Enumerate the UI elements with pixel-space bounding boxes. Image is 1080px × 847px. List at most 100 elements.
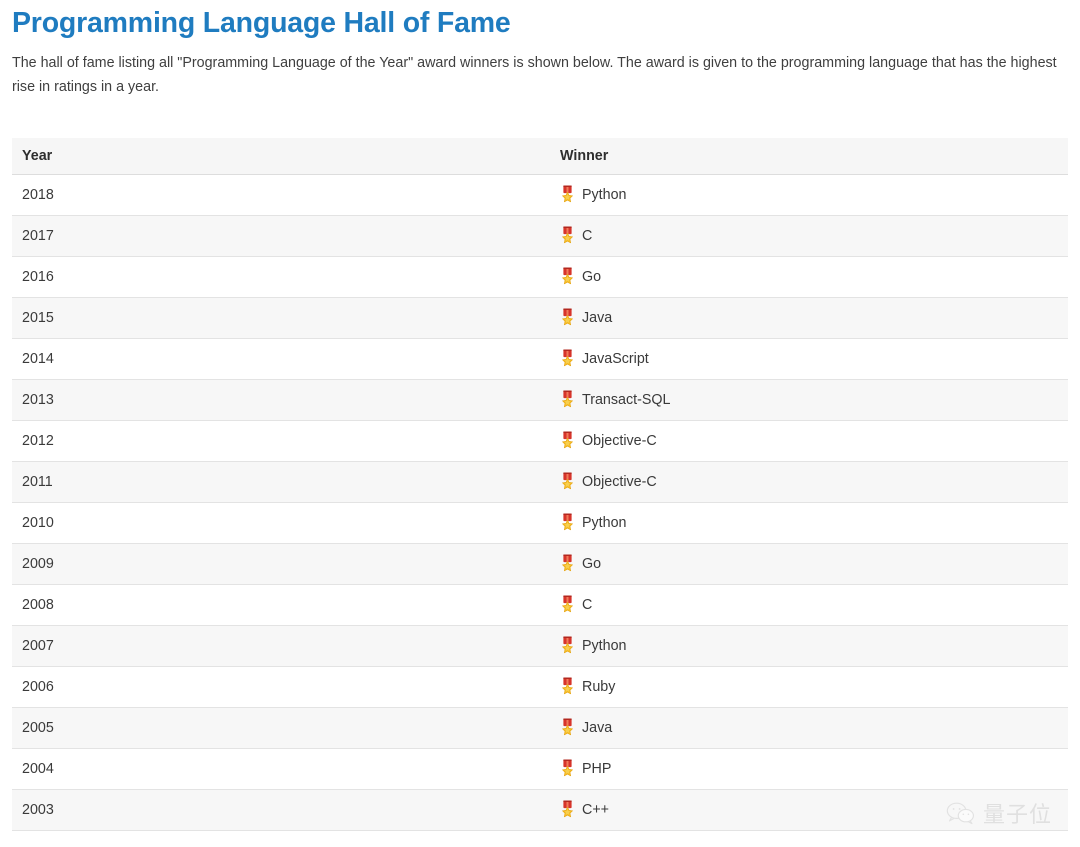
page-root: Programming Language Hall of Fame The ha… — [0, 0, 1080, 847]
medal-icon — [560, 390, 575, 409]
table-header-row: Year Winner — [12, 138, 1068, 175]
winner-cell: Objective-C — [560, 421, 1068, 461]
winner-name: Python — [582, 514, 627, 531]
winner-cell: PHP — [560, 749, 1068, 789]
winner-cell: Transact-SQL — [560, 380, 1068, 420]
cell-year: 2004 — [12, 748, 550, 790]
cell-winner: Go — [550, 543, 1068, 585]
winner-cell: Java — [560, 298, 1068, 338]
cell-winner: Java — [550, 707, 1068, 749]
winner-name: Java — [582, 309, 613, 326]
winner-name: Go — [582, 268, 602, 285]
cell-year: 2017 — [12, 215, 550, 257]
hall-of-fame-table: Year Winner 2018 Python 2017 C 2016 Go 2… — [12, 138, 1068, 831]
cell-year: 2007 — [12, 625, 550, 667]
medal-icon — [560, 185, 575, 204]
medal-icon — [560, 226, 575, 245]
winner-cell: Objective-C — [560, 462, 1068, 502]
winner-name: Java — [582, 719, 613, 736]
winner-name: Transact-SQL — [582, 391, 671, 408]
cell-year: 2008 — [12, 584, 550, 626]
cell-winner: Objective-C — [550, 420, 1068, 462]
cell-winner: Python — [550, 502, 1068, 544]
winner-name: Objective-C — [582, 473, 657, 490]
cell-winner: Transact-SQL — [550, 379, 1068, 421]
winner-cell: JavaScript — [560, 339, 1068, 379]
winner-name: C — [582, 596, 593, 613]
cell-winner: JavaScript — [550, 338, 1068, 380]
cell-year: 2003 — [12, 789, 550, 831]
medal-icon — [560, 677, 575, 696]
winner-cell: Python — [560, 626, 1068, 666]
table-body: 2018 Python 2017 C 2016 Go 2015 Java 201… — [12, 174, 1068, 831]
table-row[interactable]: 2012 Objective-C — [12, 420, 1068, 462]
table-row[interactable]: 2009 Go — [12, 543, 1068, 585]
cell-year: 2013 — [12, 379, 550, 421]
winner-cell: Go — [560, 544, 1068, 584]
cell-year: 2011 — [12, 461, 550, 503]
winner-cell: Java — [560, 708, 1068, 748]
winner-name: C — [582, 227, 593, 244]
medal-icon — [560, 595, 575, 614]
medal-icon — [560, 349, 575, 368]
table-row[interactable]: 2007 Python — [12, 625, 1068, 667]
winner-name: PHP — [582, 760, 612, 777]
table-row[interactable]: 2008 C — [12, 584, 1068, 626]
winner-name: C++ — [582, 801, 610, 818]
cell-year: 2014 — [12, 338, 550, 380]
cell-winner: Ruby — [550, 666, 1068, 708]
cell-winner: Objective-C — [550, 461, 1068, 503]
cell-year: 2015 — [12, 297, 550, 339]
winner-name: Ruby — [582, 678, 616, 695]
medal-icon — [560, 718, 575, 737]
cell-winner: Python — [550, 625, 1068, 667]
table-row[interactable]: 2005 Java — [12, 707, 1068, 749]
winner-cell: Ruby — [560, 667, 1068, 707]
table-row[interactable]: 2011 Objective-C — [12, 461, 1068, 503]
page-title: Programming Language Hall of Fame — [12, 7, 511, 39]
cell-winner: Python — [550, 174, 1068, 216]
cell-winner: Java — [550, 297, 1068, 339]
column-header-year[interactable]: Year — [12, 138, 550, 175]
medal-icon — [560, 308, 575, 327]
cell-winner: C — [550, 584, 1068, 626]
table-row[interactable]: 2003 C++ — [12, 789, 1068, 831]
winner-cell: Python — [560, 175, 1068, 215]
hall-of-fame-table-container: Year Winner 2018 Python 2017 C 2016 Go 2… — [12, 138, 1068, 831]
medal-icon — [560, 513, 575, 532]
winner-name: JavaScript — [582, 350, 649, 367]
winner-cell: Python — [560, 503, 1068, 543]
winner-name: Python — [582, 637, 627, 654]
cell-year: 2010 — [12, 502, 550, 544]
cell-year: 2012 — [12, 420, 550, 462]
cell-year: 2005 — [12, 707, 550, 749]
medal-icon — [560, 472, 575, 491]
winner-name: Go — [582, 555, 602, 572]
table-row[interactable]: 2016 Go — [12, 256, 1068, 298]
cell-winner: Go — [550, 256, 1068, 298]
table-row[interactable]: 2014 JavaScript — [12, 338, 1068, 380]
winner-name: Python — [582, 186, 627, 203]
cell-year: 2009 — [12, 543, 550, 585]
medal-icon — [560, 431, 575, 450]
table-header: Year Winner — [12, 138, 1068, 175]
winner-cell: C++ — [560, 790, 1068, 830]
winner-cell: Go — [560, 257, 1068, 297]
table-row[interactable]: 2018 Python — [12, 174, 1068, 216]
table-row[interactable]: 2017 C — [12, 215, 1068, 257]
cell-winner: C — [550, 215, 1068, 257]
table-row[interactable]: 2004 PHP — [12, 748, 1068, 790]
medal-icon — [560, 636, 575, 655]
cell-year: 2006 — [12, 666, 550, 708]
medal-icon — [560, 554, 575, 573]
medal-icon — [560, 759, 575, 778]
table-row[interactable]: 2013 Transact-SQL — [12, 379, 1068, 421]
cell-winner: C++ — [550, 789, 1068, 831]
table-row[interactable]: 2015 Java — [12, 297, 1068, 339]
table-row[interactable]: 2006 Ruby — [12, 666, 1068, 708]
table-row[interactable]: 2010 Python — [12, 502, 1068, 544]
winner-name: Objective-C — [582, 432, 657, 449]
winner-cell: C — [560, 585, 1068, 625]
cell-year: 2018 — [12, 174, 550, 216]
column-header-winner[interactable]: Winner — [550, 138, 1068, 175]
